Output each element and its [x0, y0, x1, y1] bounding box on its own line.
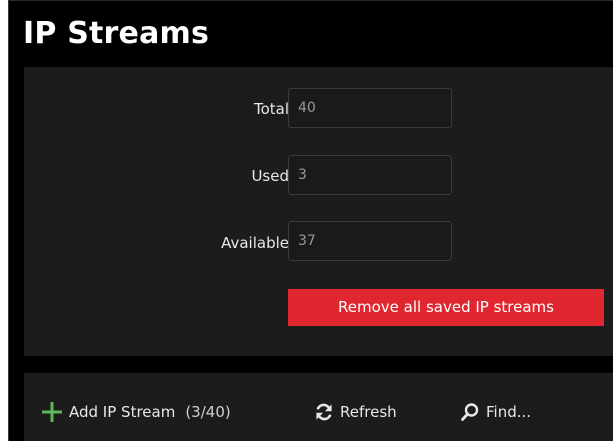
refresh-button[interactable]: Refresh	[314, 399, 397, 425]
total-field[interactable]	[288, 88, 452, 128]
page-title: IP Streams	[23, 16, 210, 51]
used-field[interactable]	[288, 155, 452, 195]
add-ip-stream-button[interactable]: Add IP Stream (3/40)	[41, 399, 231, 425]
refresh-icon	[314, 402, 334, 422]
plus-icon	[41, 401, 63, 423]
used-label: Used	[251, 167, 289, 185]
remove-all-streams-button[interactable]: Remove all saved IP streams	[288, 289, 604, 326]
total-label: Total	[253, 100, 289, 118]
ip-streams-window: IP Streams Total Used Available Remove a…	[8, 0, 613, 441]
stream-stats-panel: Total Used Available Remove all saved IP…	[24, 67, 613, 356]
add-ip-stream-label: Add IP Stream	[69, 403, 176, 421]
available-label: Available	[221, 234, 289, 252]
available-field[interactable]	[288, 221, 452, 261]
find-label: Find...	[486, 403, 532, 421]
find-button[interactable]: Find...	[460, 399, 531, 425]
stream-count-badge: (3/40)	[185, 403, 231, 421]
search-icon	[460, 402, 480, 422]
stream-toolbar: Add IP Stream (3/40) Refresh Find...	[24, 373, 613, 441]
refresh-label: Refresh	[340, 403, 397, 421]
